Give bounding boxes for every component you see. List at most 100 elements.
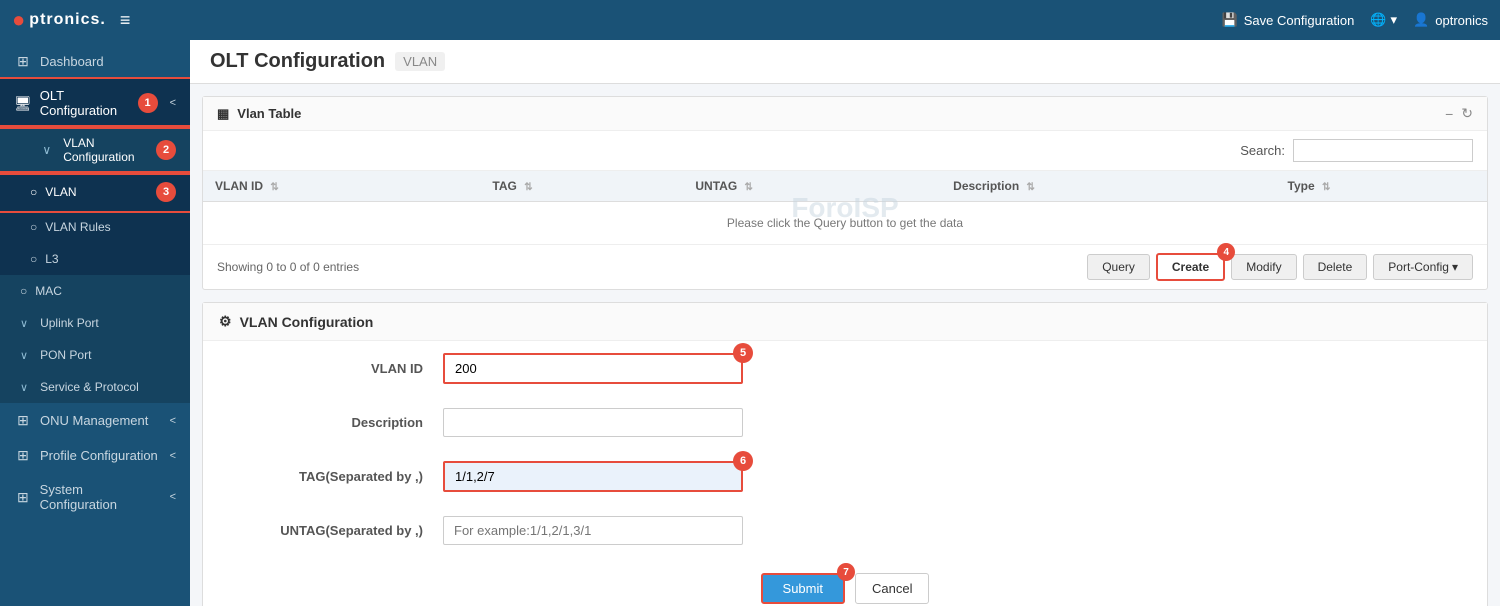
port-config-chevron: ▾ [1452, 260, 1458, 274]
sidebar-label-vlan: VLAN [45, 185, 76, 199]
vlan-config-submenu: ∨ VLAN Configuration 2 ○ VLAN 3 ○ VLAN R… [0, 127, 190, 403]
untag-label: UNTAG(Separated by ,) [243, 523, 423, 538]
form-row-description: Description [203, 396, 1487, 449]
system-icon: ⊞ [14, 489, 32, 506]
refresh-button[interactable]: ↻ [1461, 105, 1473, 122]
sort-tag[interactable]: ⇅ [524, 182, 532, 193]
uplink-expand: ∨ [20, 317, 28, 330]
sidebar-label-pon: PON Port [40, 348, 91, 362]
cancel-button[interactable]: Cancel [855, 573, 929, 604]
sort-description[interactable]: ⇅ [1027, 182, 1035, 193]
save-icon: 💾 [1222, 12, 1238, 28]
vlan-id-label: VLAN ID [243, 361, 423, 376]
search-input[interactable] [1293, 139, 1473, 162]
sidebar-item-uplink-port[interactable]: ∨ Uplink Port [0, 307, 190, 339]
table-icon: ▦ [217, 106, 229, 122]
vlan-id-input[interactable] [443, 353, 743, 384]
sidebar-label-mac: MAC [35, 284, 62, 298]
tag-field-wrap: 6 [443, 461, 743, 492]
table-info-row: Please click the Query button to get the… [203, 202, 1487, 245]
submit-btn-wrapper: Submit 7 [761, 573, 845, 604]
port-config-button[interactable]: Port-Config ▾ [1373, 254, 1473, 280]
sidebar-item-vlan-config[interactable]: ∨ VLAN Configuration 2 [0, 127, 190, 173]
submit-button[interactable]: Submit [761, 573, 845, 604]
sidebar-item-system-config[interactable]: ⊞ System Configuration < [0, 473, 190, 521]
save-label: Save Configuration [1244, 13, 1355, 28]
create-btn-wrapper: Create 4 [1156, 253, 1225, 281]
globe-button[interactable]: 🌐 ▾ [1370, 12, 1397, 28]
main-layout: ⊞ Dashboard 🖥 OLT Configuration 1 < ∨ VL… [0, 40, 1500, 606]
description-input[interactable] [443, 408, 743, 437]
profile-icon: ⊞ [14, 447, 32, 464]
query-button[interactable]: Query [1087, 254, 1150, 280]
sidebar-label-olt: OLT Configuration [40, 88, 130, 118]
profile-chevron: < [170, 450, 176, 462]
globe-chevron: ▾ [1391, 12, 1398, 28]
search-bar: Search: [203, 131, 1487, 171]
badge-3: 3 [156, 182, 176, 202]
sidebar-label-vlan-config: VLAN Configuration [63, 136, 148, 164]
vlan-config-form-title: VLAN Configuration [240, 314, 374, 330]
create-button[interactable]: Create [1156, 253, 1225, 281]
olt-icon: 🖥 [14, 95, 32, 112]
content-area: OLT Configuration VLAN ▦ Vlan Table − ↻ … [190, 40, 1500, 606]
sidebar-item-l3[interactable]: ○ L3 [0, 243, 190, 275]
sidebar-item-profile-config[interactable]: ⊞ Profile Configuration < [0, 438, 190, 473]
vlan-rules-icon: ○ [30, 220, 37, 234]
table-title-text: Vlan Table [237, 106, 301, 121]
badge-7: 7 [837, 563, 855, 581]
description-label: Description [243, 415, 423, 430]
sidebar-item-pon-port[interactable]: ∨ PON Port [0, 339, 190, 371]
pon-expand: ∨ [20, 349, 28, 362]
sidebar-label-profile: Profile Configuration [40, 448, 158, 463]
logo-symbol: ● [12, 7, 25, 33]
col-untag: UNTAG ⇅ [683, 171, 941, 202]
navbar: ● ptronics. ≡ 💾 Save Configuration 🌐 ▾ 👤… [0, 0, 1500, 40]
badge-1: 1 [138, 93, 158, 113]
logo: ● ptronics. [12, 7, 106, 33]
tag-input[interactable] [443, 461, 743, 492]
vlan-table-card-header: ▦ Vlan Table − ↻ [203, 97, 1487, 131]
untag-input[interactable] [443, 516, 743, 545]
sidebar-label-onu: ONU Management [40, 413, 148, 428]
dashboard-icon: ⊞ [14, 53, 32, 70]
system-chevron: < [170, 491, 176, 503]
onu-icon: ⊞ [14, 412, 32, 429]
navbar-left: ● ptronics. ≡ [12, 7, 130, 33]
table-footer: Showing 0 to 0 of 0 entries Query Create… [203, 245, 1487, 289]
vlan-table: VLAN ID ⇅ TAG ⇅ UNTAG ⇅ [203, 171, 1487, 245]
page-header: OLT Configuration VLAN [190, 40, 1500, 84]
badge-2: 2 [156, 140, 176, 160]
olt-chevron: < [170, 97, 176, 109]
minimize-button[interactable]: − [1445, 106, 1453, 122]
col-vlan-id: VLAN ID ⇅ [203, 171, 480, 202]
modify-button[interactable]: Modify [1231, 254, 1296, 280]
vlan-id-field-wrap: 5 [443, 353, 743, 384]
sort-untag[interactable]: ⇅ [745, 182, 753, 193]
tag-label: TAG(Separated by ,) [243, 469, 423, 484]
user-menu[interactable]: 👤 optronics [1413, 12, 1488, 28]
sidebar-label-service: Service & Protocol [40, 380, 139, 394]
delete-button[interactable]: Delete [1303, 254, 1368, 280]
sort-vlan-id[interactable]: ⇅ [270, 182, 278, 193]
card-header-actions: − ↻ [1445, 105, 1473, 122]
sidebar-item-onu-management[interactable]: ⊞ ONU Management < [0, 403, 190, 438]
sidebar-item-olt-config[interactable]: 🖥 OLT Configuration 1 < [0, 79, 190, 127]
col-description: Description ⇅ [941, 171, 1275, 202]
sidebar-item-vlan[interactable]: ○ VLAN 3 [0, 173, 190, 211]
mac-icon: ○ [20, 284, 27, 298]
sidebar-label-l3: L3 [45, 252, 58, 266]
sort-type[interactable]: ⇅ [1322, 182, 1330, 193]
vlan-radio-icon: ○ [30, 185, 37, 199]
hamburger-icon[interactable]: ≡ [120, 10, 131, 31]
sidebar-item-service-protocol[interactable]: ∨ Service & Protocol [0, 371, 190, 403]
save-config-button[interactable]: 💾 Save Configuration [1222, 12, 1355, 28]
sidebar-item-vlan-rules[interactable]: ○ VLAN Rules [0, 211, 190, 243]
page-subtitle: VLAN [395, 52, 445, 71]
col-type: Type ⇅ [1276, 171, 1487, 202]
user-icon: 👤 [1413, 12, 1429, 28]
sidebar-item-mac[interactable]: ○ MAC [0, 275, 190, 307]
navbar-right: 💾 Save Configuration 🌐 ▾ 👤 optronics [1222, 12, 1488, 28]
sidebar-item-dashboard[interactable]: ⊞ Dashboard [0, 44, 190, 79]
page-title: OLT Configuration [210, 50, 385, 73]
